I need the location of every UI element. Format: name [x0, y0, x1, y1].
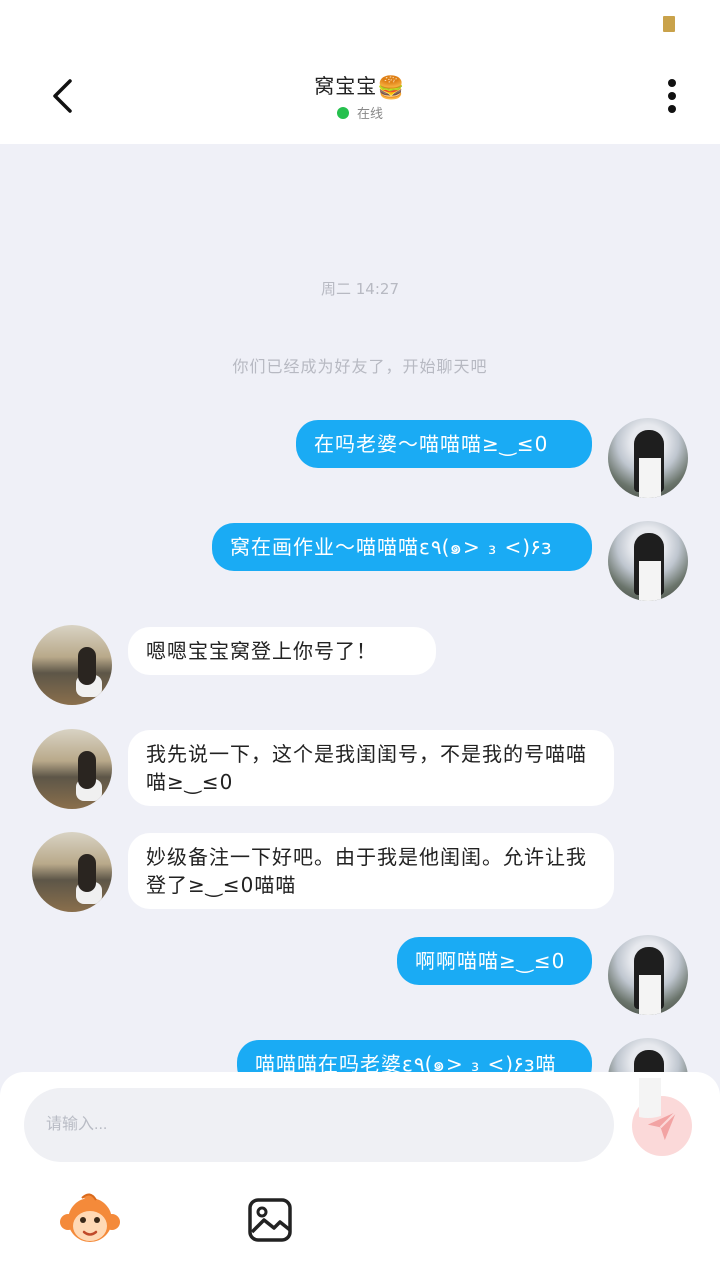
- monkey-sticker-icon: [60, 1193, 120, 1242]
- my-avatar[interactable]: [608, 521, 688, 601]
- battery-icon: [663, 16, 675, 32]
- more-options-button[interactable]: [650, 74, 694, 118]
- sticker-button[interactable]: [60, 1192, 120, 1248]
- online-dot-icon: [336, 106, 349, 119]
- message-bubble-sent[interactable]: 窝在画作业～喵喵喵ε٩(๑> ₃ <)۶з: [212, 523, 592, 571]
- contact-avatar[interactable]: [32, 625, 112, 705]
- contact-info: 窝宝宝🍔 在线: [0, 70, 720, 122]
- message-bubble-sent[interactable]: 在吗老婆～喵喵喵≥‿≤0: [296, 420, 592, 468]
- contact-name: 窝宝宝🍔: [0, 70, 720, 101]
- system-notice: 你们已经成为好友了，开始聊天吧: [232, 357, 488, 376]
- online-status: 在线: [0, 103, 720, 122]
- my-avatar[interactable]: [608, 418, 688, 498]
- image-picker-button[interactable]: [246, 1196, 294, 1244]
- message-bubble-received[interactable]: 妙级备注一下好吧。由于我是他闺闺。允许让我登了≥‿≤0喵喵: [128, 833, 614, 909]
- message-timestamp: 周二 14:27: [321, 280, 399, 298]
- my-avatar[interactable]: [608, 935, 688, 1015]
- vertical-dots-icon: [668, 79, 676, 113]
- chat-header: 窝宝宝🍔 在线: [0, 48, 720, 144]
- message-input[interactable]: [24, 1088, 614, 1162]
- message-bubble-received[interactable]: 我先说一下，这个是我闺闺号，不是我的号喵喵喵≥‿≤0: [128, 730, 614, 806]
- message-bubble-received[interactable]: 嗯嗯宝宝窝登上你号了！: [128, 627, 436, 675]
- status-bar: [0, 0, 720, 48]
- message-composer: [0, 1072, 720, 1280]
- image-icon: [248, 1198, 292, 1242]
- burger-emoji-icon: 🍔: [377, 76, 406, 101]
- online-status-text: 在线: [356, 107, 383, 122]
- contact-avatar[interactable]: [32, 729, 112, 809]
- message-bubble-sent[interactable]: 啊啊喵喵≥‿≤0: [397, 937, 592, 985]
- contact-avatar[interactable]: [32, 832, 112, 912]
- contact-name-text: 窝宝宝: [314, 74, 378, 98]
